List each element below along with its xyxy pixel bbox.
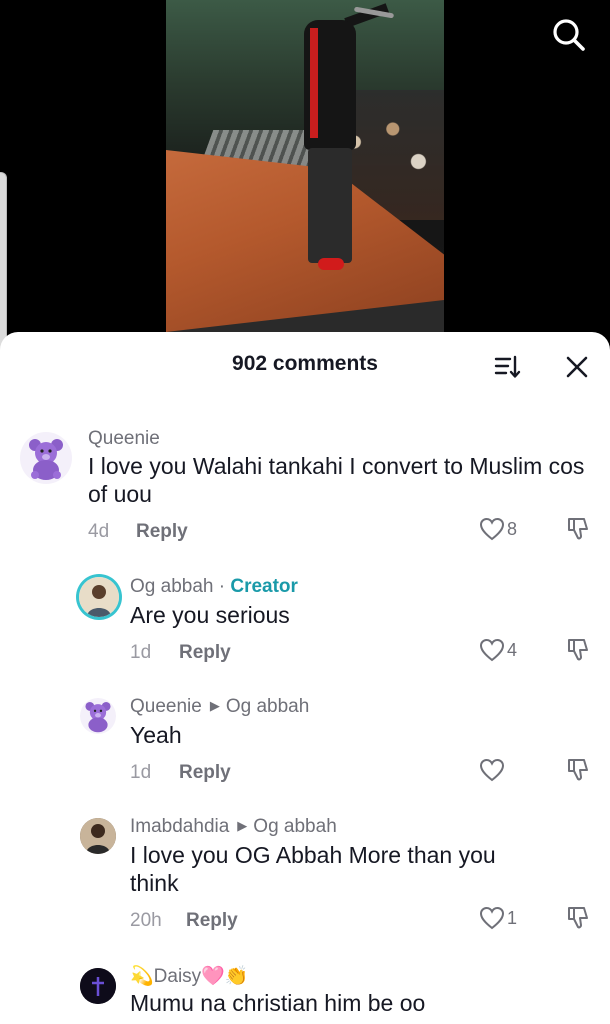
dislike-button[interactable] bbox=[566, 516, 592, 547]
reply-to-username[interactable]: Og abbah bbox=[253, 816, 336, 837]
comment-time: 20h bbox=[130, 910, 162, 931]
heart-outline-icon bbox=[479, 758, 505, 782]
reply-username[interactable]: Imabdahdia bbox=[130, 816, 229, 837]
avatar[interactable] bbox=[80, 818, 116, 854]
reply-to-username[interactable]: Og abbah bbox=[226, 696, 309, 717]
like-button[interactable]: 4 bbox=[479, 638, 517, 662]
reply-button[interactable]: Reply bbox=[186, 910, 238, 932]
comment-time: 1d bbox=[130, 762, 152, 783]
avatar[interactable] bbox=[80, 968, 116, 1004]
like-count: 1 bbox=[507, 907, 518, 928]
comment-text: Yeah bbox=[130, 722, 182, 748]
comment-username[interactable]: Queenie bbox=[88, 428, 160, 450]
comment-text: I love you OG Abbah More than you think bbox=[130, 842, 496, 896]
avatar[interactable] bbox=[20, 432, 72, 484]
reply-item: 💫Daisy🩷👏 Mumu na christian him be oo bbox=[0, 962, 610, 1024]
teddy-bear-icon bbox=[85, 701, 111, 733]
comment-username[interactable]: 💫Daisy🩷👏 bbox=[130, 964, 248, 988]
thumbs-down-outline-icon bbox=[568, 639, 588, 661]
like-button[interactable] bbox=[479, 758, 507, 782]
like-count: 4 bbox=[507, 639, 518, 660]
reply-arrow-icon: ▶ bbox=[237, 818, 248, 833]
heart-outline-icon bbox=[479, 517, 505, 541]
sort-icon bbox=[494, 355, 521, 378]
comment-time: 1d bbox=[130, 642, 152, 663]
thumbs-down-outline-icon bbox=[568, 518, 588, 540]
dislike-button[interactable] bbox=[566, 757, 592, 788]
heart-outline-icon bbox=[479, 638, 505, 662]
dislike-button[interactable] bbox=[566, 637, 592, 668]
comments-sheet: 902 comments Queenie I love you Walahi t… bbox=[0, 332, 610, 1024]
comment-username[interactable]: Imabdahdia ▶ Og abbah bbox=[130, 816, 337, 838]
comment-item: Queenie I love you Walahi tankahi I conv… bbox=[0, 424, 610, 554]
reply-button[interactable]: Reply bbox=[136, 521, 188, 543]
reply-item: Queenie ▶ Og abbah Yeah 1d Reply bbox=[0, 694, 610, 794]
thumbs-down-outline-icon bbox=[568, 759, 588, 781]
reply-button[interactable]: Reply bbox=[179, 762, 231, 784]
reply-item: Imabdahdia ▶ Og abbah I love you OG Abbah … bbox=[0, 814, 610, 944]
reply-item: Og abbah · Creator Are you serious 1d Re… bbox=[0, 574, 610, 674]
reply-button[interactable]: Reply bbox=[179, 642, 231, 664]
comment-time: 4d bbox=[88, 521, 110, 542]
like-button[interactable]: 8 bbox=[479, 517, 517, 541]
profile-photo-icon bbox=[79, 577, 119, 617]
comment-username[interactable]: Queenie ▶ Og abbah bbox=[130, 696, 309, 718]
teddy-bear-icon bbox=[29, 439, 63, 480]
comment-text: I love you Walahi tankahi I convert to M… bbox=[88, 453, 585, 507]
search-icon bbox=[553, 19, 585, 51]
comment-username[interactable]: Og abbah · Creator bbox=[130, 576, 298, 598]
search-button[interactable] bbox=[550, 16, 588, 54]
comment-text: Mumu na christian him be oo bbox=[130, 990, 426, 1016]
reply-username[interactable]: Og abbah bbox=[130, 576, 213, 597]
reply-arrow-icon: ▶ bbox=[209, 698, 220, 713]
close-button[interactable] bbox=[562, 352, 592, 382]
like-count: 8 bbox=[507, 518, 518, 539]
comments-header: 902 comments bbox=[0, 332, 610, 396]
creator-badge: Creator bbox=[230, 576, 298, 597]
sort-button[interactable] bbox=[494, 354, 522, 380]
video-frame[interactable] bbox=[166, 0, 444, 340]
comment-text: Are you serious bbox=[130, 602, 290, 628]
cross-icon bbox=[80, 968, 116, 1004]
heart-outline-icon bbox=[479, 906, 505, 930]
video-area[interactable] bbox=[0, 0, 610, 340]
close-icon bbox=[566, 356, 588, 378]
thumbs-down-outline-icon bbox=[568, 907, 588, 929]
dislike-button[interactable] bbox=[566, 905, 592, 936]
profile-photo-icon bbox=[80, 818, 116, 854]
performer bbox=[296, 0, 395, 280]
creator-avatar[interactable] bbox=[79, 577, 119, 617]
like-button[interactable]: 1 bbox=[479, 906, 517, 930]
reply-username[interactable]: Queenie bbox=[130, 696, 202, 717]
avatar[interactable] bbox=[80, 698, 116, 734]
